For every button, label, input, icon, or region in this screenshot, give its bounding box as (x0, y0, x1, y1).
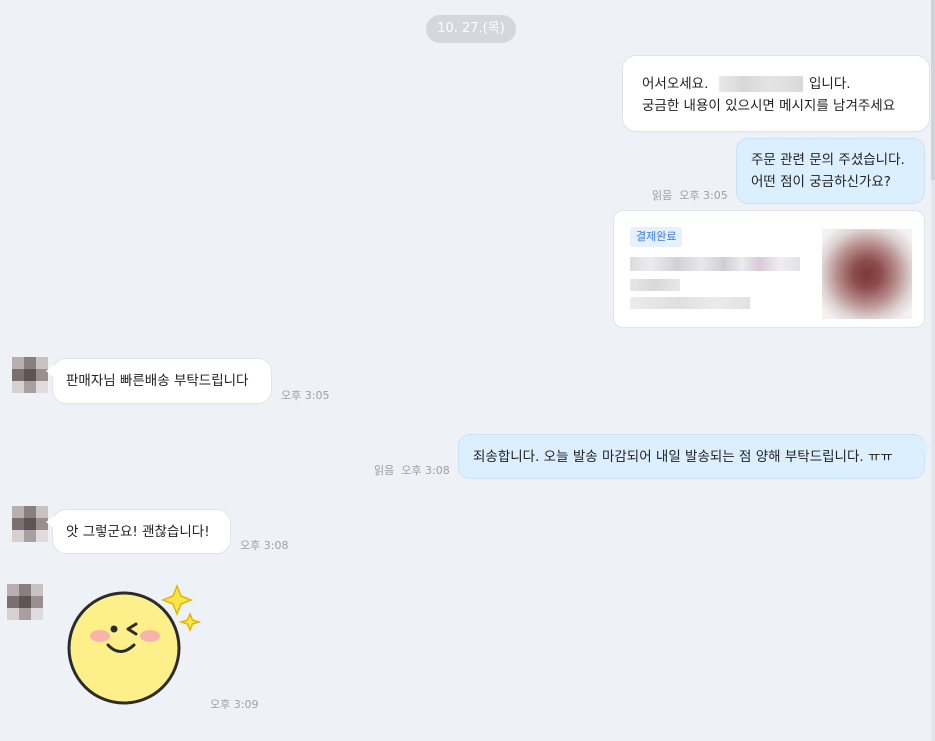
order-inquiry-message-bubble: 주문 관련 문의 주셨습니다. 어떤 점이 궁금하신가요? (736, 138, 925, 204)
customer-message-bubble-2: 앗 그렇군요! 괜찮습니다! (46, 509, 231, 554)
winking-smiley-sticker-icon[interactable] (64, 582, 204, 707)
order-product-name-redacted (630, 257, 800, 271)
date-divider: 10. 27.(목) (426, 15, 516, 43)
order-details-redacted (630, 297, 750, 309)
greeting-line-1-suffix: 입니다. (809, 76, 851, 92)
greeting-line-1: 어서오세요. 입니다. (642, 73, 929, 95)
greeting-line-1-prefix: 어서오세요. (642, 76, 709, 92)
greeting-line-2: 궁금한 내용이 있으시면 메시지를 남겨주세요 (642, 98, 896, 114)
customer-message-bubble-1: 판매자님 빠른배송 부탁드립니다 (46, 358, 272, 404)
customer-avatar[interactable] (7, 584, 43, 620)
customer-message-2-text: 앗 그렇군요! 괜찮습니다! (66, 524, 210, 540)
order-inquiry-line-1: 주문 관련 문의 주셨습니다. (751, 152, 905, 168)
customer-avatar[interactable] (12, 506, 48, 542)
bubble-tail (923, 441, 931, 453)
scrollbar-thumb[interactable] (931, 0, 935, 180)
customer-message-1-time: 오후 3:05 (281, 389, 330, 402)
order-card[interactable]: 결제완료 (613, 210, 925, 328)
order-inquiry-line-2: 어떤 점이 궁금하신가요? (751, 174, 891, 190)
bubble-tail (46, 516, 54, 528)
seller-reply-read-status: 읽음 오후 3:08 (374, 464, 450, 477)
greeting-message-bubble: 어서오세요. 입니다. 궁금한 내용이 있으시면 메시지를 남겨주세요 (622, 55, 930, 132)
product-thumbnail-image[interactable] (822, 229, 912, 319)
seller-reply-message-bubble: 죄송합니다. 오늘 발송 마감되어 내일 발송되는 점 양해 부탁드립니다. ㅠ… (458, 434, 931, 479)
shop-name-redacted (718, 76, 803, 92)
customer-message-2-time: 오후 3:08 (240, 539, 289, 552)
order-option-redacted (630, 279, 680, 291)
customer-avatar[interactable] (12, 357, 48, 393)
order-inquiry-read-status: 읽음 오후 3:05 (652, 189, 728, 202)
customer-message-1-text: 판매자님 빠른배송 부탁드립니다 (66, 373, 249, 389)
seller-reply-text: 죄송합니다. 오늘 발송 마감되어 내일 발송되는 점 양해 부탁드립니다. ㅠ… (473, 449, 893, 465)
bubble-tail (46, 365, 54, 377)
customer-sticker-time: 오후 3:09 (210, 698, 259, 711)
payment-status-badge: 결제완료 (630, 227, 683, 247)
